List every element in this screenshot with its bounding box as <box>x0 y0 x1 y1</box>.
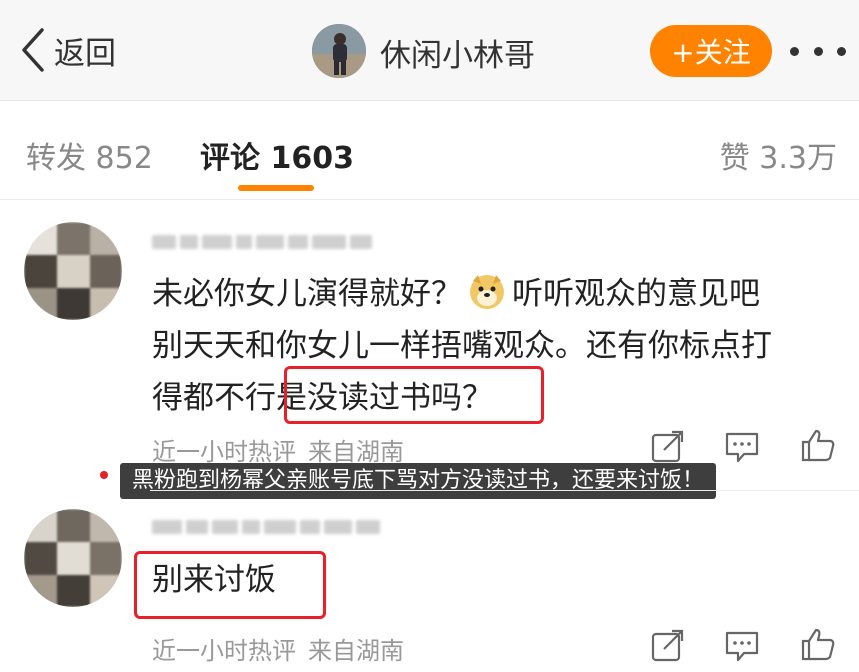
tab-comments[interactable]: 评论 1603 <box>200 133 354 177</box>
comment-source: 来自湖南 <box>308 438 404 466</box>
like-icon[interactable] <box>800 627 836 661</box>
nav-bar: 返回 休闲小林哥 +关注 <box>0 0 859 101</box>
doge-emoji-icon <box>470 275 504 309</box>
more-dot <box>837 46 846 56</box>
tab-bar: 转发 852 评论 1603 赞 3.3万 <box>0 101 859 200</box>
comment-item: 未必你女儿演得就好？ 听听观众的意见吧 别天天和你女儿一样捂嘴观众。还有你标点打 … <box>0 200 859 490</box>
tab-likes[interactable]: 赞 3.3万 <box>720 133 837 177</box>
active-tab-indicator <box>238 185 314 191</box>
chevron-left-icon <box>22 28 44 72</box>
comment-item: 别来讨饭 近一小时热评 来自湖南 <box>0 491 859 672</box>
tab-reposts[interactable]: 转发 852 <box>26 133 153 177</box>
like-icon[interactable] <box>800 428 836 462</box>
back-label: 返回 <box>54 35 116 72</box>
comment-meta: 近一小时热评 来自湖南 <box>152 631 404 666</box>
comment-time: 近一小时热评 <box>152 438 296 466</box>
follow-button[interactable]: +关注 <box>650 25 772 77</box>
reply-icon[interactable] <box>724 430 760 464</box>
reply-icon[interactable] <box>724 629 760 663</box>
red-dot <box>100 471 108 479</box>
author-avatar[interactable] <box>312 24 366 78</box>
more-dot <box>790 46 799 56</box>
share-icon[interactable] <box>650 629 686 663</box>
share-icon[interactable] <box>650 430 686 464</box>
highlight-box <box>134 551 326 619</box>
comment-line: 得都不行 <box>152 380 276 416</box>
comment-line: 听听观众的意见吧 <box>512 276 760 312</box>
page-title: 休闲小林哥 <box>380 38 535 74</box>
more-dot <box>813 46 823 56</box>
avatar[interactable] <box>24 509 122 607</box>
highlight-box <box>284 366 544 424</box>
comment-line: 别天天和你女儿一样捂嘴观众。还有你标点打 <box>152 328 772 364</box>
more-icon[interactable] <box>790 34 846 68</box>
username-blurred[interactable] <box>152 228 372 256</box>
back-button[interactable]: 返回 <box>18 24 116 76</box>
username-blurred[interactable] <box>152 513 380 541</box>
comment-time: 近一小时热评 <box>152 637 296 665</box>
comment-source: 来自湖南 <box>308 637 404 665</box>
comment-line: 未必你女儿演得就好？ <box>152 276 462 312</box>
comment-meta: 近一小时热评 来自湖南 <box>152 432 404 467</box>
avatar[interactable] <box>24 222 122 320</box>
